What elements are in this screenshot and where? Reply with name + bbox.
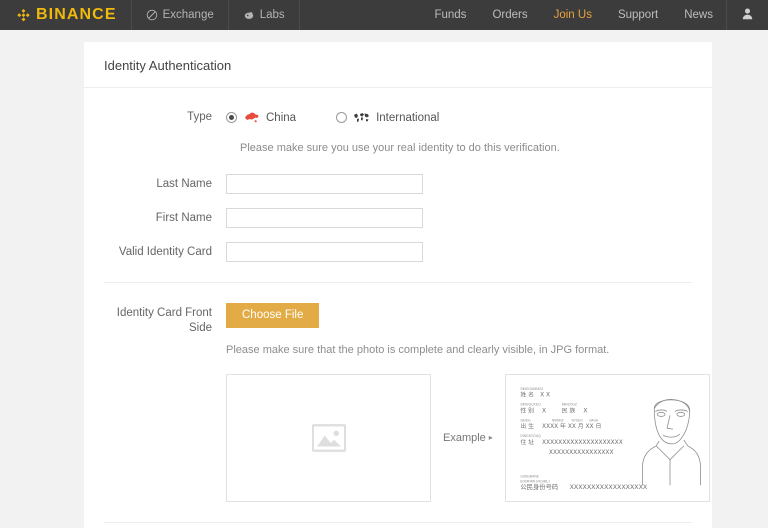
first-name-input[interactable] [226,207,423,228]
identity-card-panel: Identity Authentication Type China Inter… [84,42,712,528]
person-portrait-line-art [641,399,701,486]
field-row-valid-identity-card: Valid Identity Card [104,241,692,262]
user-account-button[interactable] [726,0,768,30]
svg-text:SEIKG: SEIKG [520,418,531,422]
svg-text:公民身份号码: 公民身份号码 [520,482,558,491]
nav-item-exchange[interactable]: Exchange [132,0,229,30]
svg-text:XXXXXXXXXXXXXXXX: XXXXXXXXXXXXXXXX [549,450,614,456]
svg-text:性 别: 性 别 [520,406,534,414]
navbar-right-group: Funds Orders Join Us Support News [421,0,768,30]
identity-hint: Please make sure you use your real ident… [240,141,560,154]
radio-option-china[interactable]: China [226,111,296,124]
radio-china-indicator[interactable] [226,112,237,124]
first-name-label: First Name [155,211,212,224]
front-photo-hint: Please make sure that the photo is compl… [226,344,610,357]
caret-right-icon: ▸ [488,433,493,443]
choose-file-front-button[interactable]: Choose File [226,302,320,329]
nav-link-join-us[interactable]: Join Us [541,0,605,30]
field-row-last-name: Last Name [104,173,692,194]
radio-international-label: International [376,111,440,124]
example-toggle[interactable]: Example ▸ [443,432,493,444]
brand-name: BINANCE [36,6,117,23]
field-row-first-name: First Name [104,207,692,228]
svg-text:NIANNZ: NIANNZ [552,418,564,422]
svg-text:NAUH: NAUH [589,418,599,422]
labs-flask-icon [243,9,255,21]
front-side-label: Identity Card Front Side [116,306,212,335]
last-name-label: Last Name [156,177,212,190]
svg-text:X: X [583,408,587,414]
svg-text:XXXX 年 XX 月 XX 日: XXXX 年 XX 月 XX 日 [542,422,601,430]
svg-text:出 生: 出 生 [520,422,534,430]
nav-link-news[interactable]: News [671,0,726,30]
svg-text:X X: X X [540,393,550,399]
nav-link-support[interactable]: Support [605,0,671,30]
svg-text:SINGQUXEO: SINGQUXEO [520,403,541,407]
svg-text:MINZOUZ: MINZOUZ [562,403,577,407]
nav-link-orders[interactable]: Orders [479,0,540,30]
example-label-text: Example [443,432,486,445]
svg-text:X: X [542,408,546,414]
type-label: Type [187,111,212,123]
image-placeholder-icon [311,424,346,452]
binance-diamond-logo-icon [16,8,31,23]
svg-text:GUNGMANE: GUNGMANE [520,474,539,478]
navbar-left-group: BINANCE Exchange Labs [0,0,300,30]
nav-item-labs[interactable]: Labs [229,0,300,30]
nav-link-funds[interactable]: Funds [421,0,479,30]
page-title: Identity Authentication [84,42,712,88]
radio-china-label: China [266,111,297,124]
type-row: Type China International [104,110,692,126]
svg-text:住 址: 住 址 [520,438,534,446]
page-container: Identity Authentication Type China Inter… [0,30,768,528]
svg-text:民 族: 民 族 [562,406,576,414]
svg-text:XXXXXXXXXXXXXXXXXX: XXXXXXXXXXXXXXXXXX [569,484,647,491]
nav-item-exchange-label: Exchange [162,9,214,21]
svg-text:姓 名: 姓 名 [520,391,534,399]
user-avatar-icon [741,7,754,23]
world-map-icon [353,111,370,124]
svg-text:NYSEO: NYSEO [571,418,583,422]
radio-international-indicator[interactable] [336,112,348,124]
form-body: Type China International Please make sur… [84,88,712,528]
svg-text:SINGOAMNGZ: SINGOAMNGZ [520,387,543,391]
section-divider-back [104,522,692,524]
type-radio-group: China International [226,111,692,124]
top-navbar: BINANCE Exchange Labs Funds Orders Join … [0,0,768,30]
section-divider-front [104,281,692,283]
radio-option-international[interactable]: International [336,111,439,124]
brand-logo-link[interactable]: BINANCE [0,0,132,30]
svg-text:XXXXXXXXXXXXXXXXXXXX: XXXXXXXXXXXXXXXXXXXX [542,440,623,446]
field-row-front-side: Identity Card Front Side Choose File Ple… [104,302,710,503]
china-map-icon [243,111,260,124]
front-upload-area: Example ▸ SINGOAMNGZ SINGQUXEO MINZOUZ S… [226,374,710,503]
svg-text:DINGSYOUQ: DINGSYOUQ [520,434,541,438]
example-id-card-image: SINGOAMNGZ SINGQUXEO MINZOUZ SEIKG NIANN… [504,374,710,503]
exchange-circle-icon [146,9,158,21]
valid-identity-card-input[interactable] [226,241,423,262]
front-dropzone[interactable] [226,374,431,503]
nav-item-labs-label: Labs [259,9,285,21]
svg-text:EIXMFWN HXGIMLJ: EIXMFWN HXGIMLJ [520,479,550,483]
valid-identity-card-label: Valid Identity Card [118,245,212,258]
last-name-input[interactable] [226,173,423,194]
